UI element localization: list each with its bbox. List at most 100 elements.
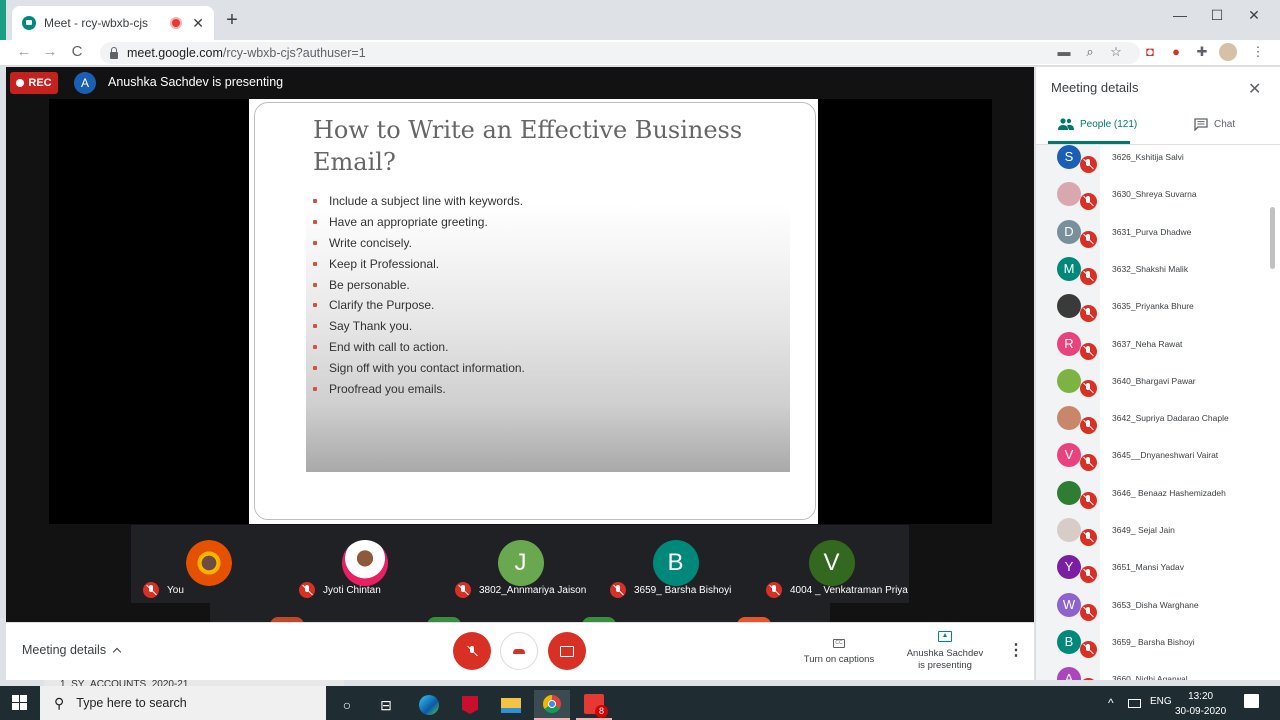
person-avatar: D	[1057, 219, 1081, 244]
person-avatar: W	[1057, 592, 1081, 617]
slide-bullets: Include a subject line with keywords. Hav…	[313, 191, 525, 399]
microphone-toggle-button[interactable]	[453, 632, 491, 670]
more-options-icon[interactable]: ⋮	[1008, 643, 1024, 661]
mic-muted-icon	[1080, 417, 1097, 435]
people-list-item[interactable]: 3640_Bhargavi Pawar	[1036, 368, 1268, 406]
tab-people[interactable]: People (121)	[1058, 118, 1137, 130]
people-list-item[interactable]: D 3631_Purva Dhadwe	[1036, 219, 1268, 257]
presenting-line-2: is presenting	[918, 660, 972, 671]
participant-tile[interactable]: Jyoti Chintan	[287, 525, 442, 603]
url-host: meet.google.com	[127, 46, 223, 60]
presenting-indicator[interactable]: Anushka Sachdev is presenting	[900, 631, 990, 672]
mic-muted-icon	[1080, 640, 1097, 658]
extension-red-icon[interactable]: ●	[1166, 43, 1186, 61]
people-list-item[interactable]: M 3632_Shakshi Malik	[1036, 256, 1268, 294]
presenter-avatar: A	[74, 72, 96, 94]
new-tab-button[interactable]: +	[222, 10, 242, 30]
minimize-button[interactable]: —	[1162, 4, 1198, 26]
browser-tab-meet[interactable]: Meet - rcy-wbxb-cjs ✕	[12, 6, 214, 40]
tab-close-icon[interactable]: ✕	[192, 15, 204, 32]
camera-blocked-icon[interactable]: ▬	[1054, 43, 1074, 61]
leave-call-button[interactable]	[500, 632, 538, 670]
participant-tile[interactable]: You	[131, 525, 286, 603]
people-list-scrollbar[interactable]	[1270, 207, 1275, 269]
back-button[interactable]: ←	[14, 42, 34, 62]
participant-avatar	[185, 540, 232, 586]
profile-avatar[interactable]	[1219, 43, 1237, 61]
person-name: 3637_Neha Rawat	[1112, 338, 1183, 349]
search-placeholder: Type here to search	[76, 696, 187, 710]
pocket-extension-icon[interactable]: ◘	[1140, 43, 1160, 61]
participant-tile[interactable]: V 4004 _ Venkatraman Priya	[754, 525, 909, 603]
meeting-details-button[interactable]: Meeting details	[22, 643, 122, 657]
show-hidden-icons[interactable]: ^	[1108, 696, 1114, 710]
slide-bullet: Have an appropriate greeting.	[313, 212, 525, 233]
participant-tile[interactable]: B 3659_ Barsha Bishoyi	[598, 525, 753, 603]
action-center-icon[interactable]	[1244, 694, 1259, 708]
camera-toggle-button[interactable]	[548, 632, 586, 670]
person-avatar: A	[1057, 667, 1081, 680]
system-clock[interactable]: 13:20 30-09-2020	[1175, 689, 1226, 719]
bullet-marker-icon	[313, 282, 317, 287]
mic-muted-icon	[1080, 230, 1097, 248]
people-list-item[interactable]: 3630_Shreya Suvarna	[1036, 182, 1268, 219]
file-explorer-icon[interactable]	[493, 690, 529, 720]
person-name: 3640_Bhargavi Pawar	[1112, 375, 1196, 386]
extensions-puzzle-icon[interactable]: ✚	[1192, 43, 1212, 61]
bullet-text: Be personable.	[329, 277, 410, 292]
taskbar-search-input[interactable]: ⚲ Type here to search	[40, 686, 326, 720]
tab-chat[interactable]: Chat	[1194, 118, 1235, 131]
people-list-item[interactable]: A 3660_Nidhi Agarwal	[1036, 667, 1268, 680]
recording-badge: REC	[10, 72, 58, 94]
presenting-line-1: Anushka Sachdev	[906, 648, 984, 659]
participant-name-row: 4004 _ Venkatraman Priya	[766, 582, 908, 598]
google-meet-icon	[22, 16, 36, 30]
people-list-item[interactable]: W 3653_Disha Warghane	[1036, 592, 1268, 630]
people-list-item[interactable]: 3649_ Sejal Jain	[1036, 518, 1268, 555]
bookmark-star-icon[interactable]: ☆	[1106, 43, 1126, 61]
chrome-taskbar-icon[interactable]	[534, 690, 570, 720]
person-avatar: R	[1057, 331, 1081, 356]
clock-date: 30-09-2020	[1175, 706, 1227, 717]
person-avatar	[1057, 294, 1081, 319]
people-list: S 3626_Kshitija Salvi 3630_Shreya Suvarna D…	[1036, 145, 1268, 680]
background-window-text: 1_SY_ACCOUNTS_2020-21	[60, 679, 189, 686]
task-view-icon[interactable]: ⊟	[368, 690, 404, 720]
meeting-details-label: Meeting details	[22, 643, 107, 657]
person-avatar	[1057, 368, 1081, 393]
mcafee-icon[interactable]	[452, 690, 488, 720]
zoom-icon[interactable]: ⌕	[1080, 43, 1100, 61]
notification-badge: 8	[595, 705, 608, 718]
panel-title: Meeting details	[1051, 80, 1139, 95]
slide-bullet: Write concisely.	[313, 233, 525, 254]
people-list-item[interactable]: 3635_Priyanka Bhure	[1036, 294, 1268, 331]
windows-start-icon[interactable]	[12, 695, 28, 711]
people-list-item[interactable]: 3642_Supriya Dadarao Chaple	[1036, 406, 1268, 443]
person-avatar	[1057, 518, 1081, 542]
cortana-icon[interactable]: ○	[329, 690, 365, 720]
battery-icon[interactable]	[1128, 699, 1141, 708]
bullet-marker-icon	[313, 344, 317, 349]
people-list-item[interactable]: Y 3651_Mansi Yadav	[1036, 555, 1268, 592]
people-list-item[interactable]: B 3659_ Barsha Bishoyi	[1036, 629, 1268, 667]
language-indicator[interactable]: ENG	[1150, 696, 1172, 707]
close-window-button[interactable]: ✕	[1236, 4, 1272, 26]
maximize-button[interactable]: ☐	[1199, 4, 1235, 26]
reload-button[interactable]: C	[67, 42, 87, 62]
forward-button[interactable]: →	[40, 42, 60, 62]
hang-up-icon	[513, 648, 525, 654]
captions-button[interactable]: CC Turn on captions	[800, 636, 878, 665]
panel-close-icon[interactable]: ✕	[1248, 79, 1261, 99]
people-list-item[interactable]: R 3637_Neha Rawat	[1036, 331, 1268, 369]
slide-bullet: Say Thank you.	[313, 316, 525, 337]
recording-indicator-icon	[170, 17, 183, 29]
whatsapp-taskbar-icon[interactable]: 8	[576, 690, 612, 720]
people-list-item[interactable]: S 3626_Kshitija Salvi	[1036, 145, 1268, 182]
url-input[interactable]: meet.google.com/rcy-wbxb-cjs?authuser=1	[100, 42, 1140, 64]
record-dot-icon	[16, 79, 25, 87]
participant-tile[interactable]: J 3802_Annmariya Jaison	[443, 525, 598, 603]
people-list-item[interactable]: V 3645__Dnyaneshwari Vairat	[1036, 443, 1268, 480]
people-list-item[interactable]: 3646_ Benaaz Hashemizadeh	[1036, 480, 1268, 518]
browser-menu-icon[interactable]: ⋮	[1248, 43, 1268, 61]
edge-browser-icon[interactable]	[411, 690, 447, 720]
